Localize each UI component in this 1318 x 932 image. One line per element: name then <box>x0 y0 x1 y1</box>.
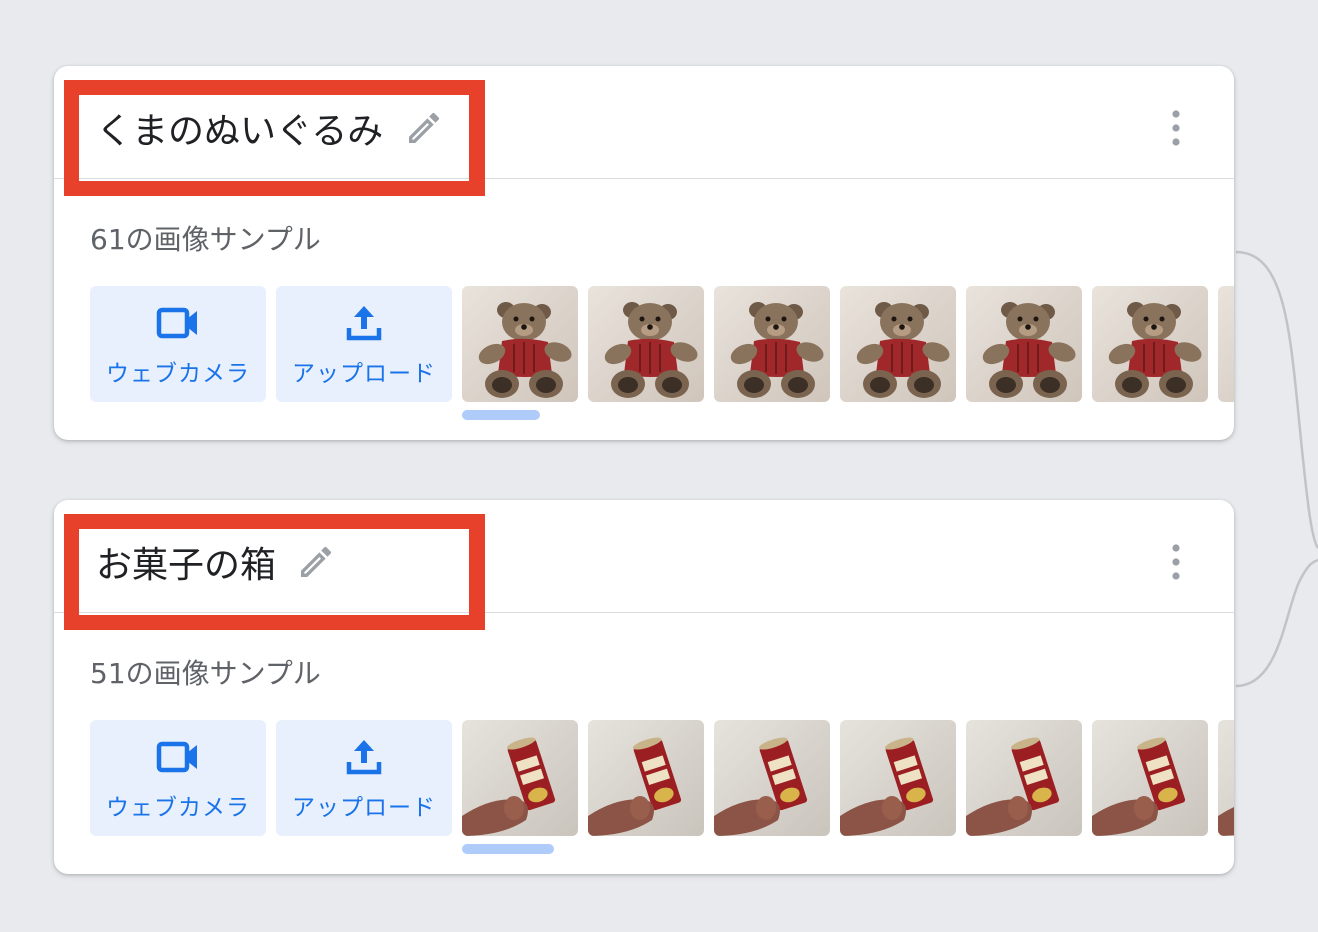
webcam-button[interactable]: ウェブカメラ <box>90 720 266 836</box>
video-camera-icon <box>156 741 197 773</box>
class-card-1: くまのぬいぐるみ 61の画像サンプル ウェブカメラ アップロード <box>54 66 1234 440</box>
pencil-icon[interactable] <box>296 542 336 582</box>
webcam-label: ウェブカメラ <box>106 361 250 387</box>
class-title[interactable]: くまのぬいぐるみ <box>96 110 383 154</box>
teddy-bear-thumbnail[interactable] <box>1092 286 1208 402</box>
class-card-2: お菓子の箱 51の画像サンプル ウェブカメラ アップロード <box>54 500 1234 874</box>
sample-count: 61の画像サンプル <box>90 223 321 256</box>
scrollbar[interactable] <box>462 410 540 420</box>
thumbnail-strip <box>462 286 1234 402</box>
teddy-bear-thumbnail[interactable] <box>1218 286 1234 402</box>
upload-button[interactable]: アップロード <box>276 720 452 836</box>
upload-label: アップロード <box>292 795 436 821</box>
webcam-label: ウェブカメラ <box>106 795 250 821</box>
snack-can-thumbnail[interactable] <box>840 720 956 836</box>
snack-can-thumbnail[interactable] <box>714 720 830 836</box>
snack-can-thumbnail[interactable] <box>588 720 704 836</box>
teddy-bear-thumbnail[interactable] <box>840 286 956 402</box>
teddy-bear-thumbnail[interactable] <box>714 286 830 402</box>
upload-label: アップロード <box>292 361 436 387</box>
sample-row: ウェブカメラ アップロード <box>90 286 1234 402</box>
more-vert-icon[interactable] <box>1162 108 1190 148</box>
stage: くまのぬいぐるみ 61の画像サンプル ウェブカメラ アップロード お菓子の箱 5… <box>0 0 1318 932</box>
webcam-button[interactable]: ウェブカメラ <box>90 286 266 402</box>
thumbnail-strip <box>462 720 1234 836</box>
teddy-bear-thumbnail[interactable] <box>966 286 1082 402</box>
more-vert-icon[interactable] <box>1162 542 1190 582</box>
snack-can-thumbnail[interactable] <box>966 720 1082 836</box>
snack-can-thumbnail[interactable] <box>1092 720 1208 836</box>
teddy-bear-thumbnail[interactable] <box>588 286 704 402</box>
class-card-header: くまのぬいぐるみ <box>54 66 1234 196</box>
sample-count: 51の画像サンプル <box>90 657 321 690</box>
class-card-header: お菓子の箱 <box>54 500 1234 630</box>
upload-icon <box>346 740 382 775</box>
upload-icon <box>346 306 382 341</box>
pencil-icon[interactable] <box>404 108 444 148</box>
teddy-bear-thumbnail[interactable] <box>462 286 578 402</box>
video-camera-icon <box>156 307 197 339</box>
sample-row: ウェブカメラ アップロード <box>90 720 1234 836</box>
class-title[interactable]: お菓子の箱 <box>96 544 276 588</box>
scrollbar[interactable] <box>462 844 554 854</box>
upload-button[interactable]: アップロード <box>276 286 452 402</box>
snack-can-thumbnail[interactable] <box>462 720 578 836</box>
snack-can-thumbnail[interactable] <box>1218 720 1234 836</box>
